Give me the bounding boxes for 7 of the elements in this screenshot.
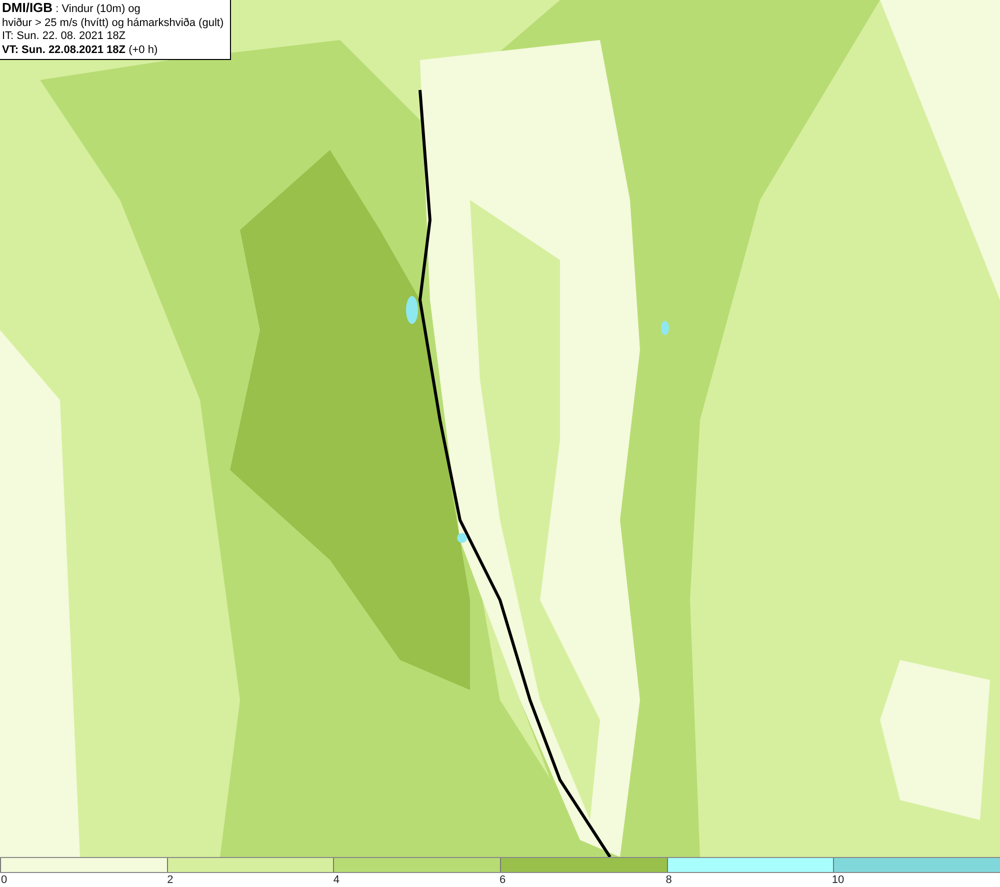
legend-tick-label: 8 xyxy=(666,874,672,886)
legend-tick-label: 6 xyxy=(500,874,506,886)
map-caption: DMI/IGB : Vindur (10m) og hviður > 25 m/s (hvítt) og hámarkshviða (gult) IT: Sun. 22. 08. 2021 18Z VT: Sun. 22.08.2021 18Z (+0 h) xyxy=(0,0,231,60)
legend-tick-label: 4 xyxy=(333,874,340,886)
legend-tick-label: 2 xyxy=(167,874,174,886)
legend-tick-label: 0 xyxy=(1,874,8,886)
legend-tick-label: 10 xyxy=(832,874,844,886)
